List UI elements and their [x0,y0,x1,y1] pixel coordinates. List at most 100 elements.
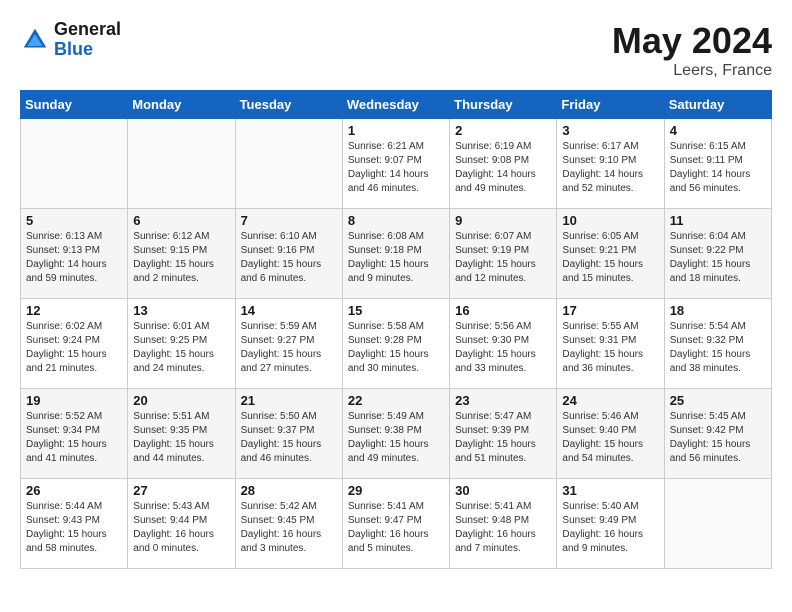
calendar-day-cell: 12 Sunrise: 6:02 AM Sunset: 9:24 PM Dayl… [21,299,128,389]
day-number: 20 [133,393,229,408]
sunrise-text: Sunrise: 5:50 AM [241,411,317,422]
day-number: 26 [26,483,122,498]
day-info: Sunrise: 5:51 AM Sunset: 9:35 PM Dayligh… [133,410,229,466]
calendar-day-cell: 23 Sunrise: 5:47 AM Sunset: 9:39 PM Dayl… [450,389,557,479]
sunset-text: Sunset: 9:08 PM [455,155,529,166]
calendar-day-cell: 5 Sunrise: 6:13 AM Sunset: 9:13 PM Dayli… [21,209,128,299]
day-info: Sunrise: 6:10 AM Sunset: 9:16 PM Dayligh… [241,230,337,286]
sunrise-text: Sunrise: 5:42 AM [241,501,317,512]
sunset-text: Sunset: 9:19 PM [455,245,529,256]
sunrise-text: Sunrise: 5:59 AM [241,321,317,332]
weekday-header: Saturday [664,91,771,119]
calendar-day-cell: 4 Sunrise: 6:15 AM Sunset: 9:11 PM Dayli… [664,119,771,209]
sunrise-text: Sunrise: 6:19 AM [455,141,531,152]
logo-blue: Blue [54,40,121,60]
day-info: Sunrise: 5:50 AM Sunset: 9:37 PM Dayligh… [241,410,337,466]
day-info: Sunrise: 5:46 AM Sunset: 9:40 PM Dayligh… [562,410,658,466]
sunrise-text: Sunrise: 6:04 AM [670,231,746,242]
logo: General Blue [20,20,121,60]
sunrise-text: Sunrise: 6:07 AM [455,231,531,242]
calendar-week-row: 1 Sunrise: 6:21 AM Sunset: 9:07 PM Dayli… [21,119,772,209]
calendar-day-cell: 15 Sunrise: 5:58 AM Sunset: 9:28 PM Dayl… [342,299,449,389]
sunset-text: Sunset: 9:22 PM [670,245,744,256]
daylight-text: Daylight: 15 hours and 36 minutes. [562,349,643,374]
sunset-text: Sunset: 9:16 PM [241,245,315,256]
calendar-day-cell: 16 Sunrise: 5:56 AM Sunset: 9:30 PM Dayl… [450,299,557,389]
calendar-day-cell: 19 Sunrise: 5:52 AM Sunset: 9:34 PM Dayl… [21,389,128,479]
daylight-text: Daylight: 15 hours and 38 minutes. [670,349,751,374]
calendar-day-cell: 25 Sunrise: 5:45 AM Sunset: 9:42 PM Dayl… [664,389,771,479]
daylight-text: Daylight: 15 hours and 33 minutes. [455,349,536,374]
day-number: 3 [562,123,658,138]
day-number: 11 [670,213,766,228]
sunrise-text: Sunrise: 5:41 AM [348,501,424,512]
day-info: Sunrise: 5:49 AM Sunset: 9:38 PM Dayligh… [348,410,444,466]
sunset-text: Sunset: 9:44 PM [133,515,207,526]
day-number: 1 [348,123,444,138]
calendar-day-cell: 27 Sunrise: 5:43 AM Sunset: 9:44 PM Dayl… [128,479,235,569]
calendar-day-cell [664,479,771,569]
sunrise-text: Sunrise: 6:13 AM [26,231,102,242]
day-info: Sunrise: 5:41 AM Sunset: 9:47 PM Dayligh… [348,500,444,556]
calendar-day-cell: 1 Sunrise: 6:21 AM Sunset: 9:07 PM Dayli… [342,119,449,209]
sunset-text: Sunset: 9:21 PM [562,245,636,256]
sunset-text: Sunset: 9:47 PM [348,515,422,526]
daylight-text: Daylight: 16 hours and 7 minutes. [455,529,536,554]
day-number: 29 [348,483,444,498]
daylight-text: Daylight: 16 hours and 5 minutes. [348,529,429,554]
day-info: Sunrise: 6:15 AM Sunset: 9:11 PM Dayligh… [670,140,766,196]
sunset-text: Sunset: 9:48 PM [455,515,529,526]
sunrise-text: Sunrise: 5:54 AM [670,321,746,332]
sunrise-text: Sunrise: 5:40 AM [562,501,638,512]
sunset-text: Sunset: 9:24 PM [26,335,100,346]
daylight-text: Daylight: 15 hours and 2 minutes. [133,259,214,284]
daylight-text: Daylight: 15 hours and 58 minutes. [26,529,107,554]
daylight-text: Daylight: 15 hours and 44 minutes. [133,439,214,464]
calendar-day-cell: 14 Sunrise: 5:59 AM Sunset: 9:27 PM Dayl… [235,299,342,389]
sunrise-text: Sunrise: 6:05 AM [562,231,638,242]
calendar-day-cell: 6 Sunrise: 6:12 AM Sunset: 9:15 PM Dayli… [128,209,235,299]
day-number: 24 [562,393,658,408]
daylight-text: Daylight: 15 hours and 49 minutes. [348,439,429,464]
day-info: Sunrise: 6:12 AM Sunset: 9:15 PM Dayligh… [133,230,229,286]
sunrise-text: Sunrise: 6:01 AM [133,321,209,332]
day-info: Sunrise: 5:40 AM Sunset: 9:49 PM Dayligh… [562,500,658,556]
calendar-day-cell [21,119,128,209]
calendar-week-row: 5 Sunrise: 6:13 AM Sunset: 9:13 PM Dayli… [21,209,772,299]
sunset-text: Sunset: 9:38 PM [348,425,422,436]
sunset-text: Sunset: 9:34 PM [26,425,100,436]
sunrise-text: Sunrise: 5:45 AM [670,411,746,422]
calendar-day-cell: 20 Sunrise: 5:51 AM Sunset: 9:35 PM Dayl… [128,389,235,479]
sunrise-text: Sunrise: 6:17 AM [562,141,638,152]
day-info: Sunrise: 5:47 AM Sunset: 9:39 PM Dayligh… [455,410,551,466]
sunset-text: Sunset: 9:10 PM [562,155,636,166]
sunrise-text: Sunrise: 5:49 AM [348,411,424,422]
daylight-text: Daylight: 15 hours and 27 minutes. [241,349,322,374]
calendar-day-cell: 21 Sunrise: 5:50 AM Sunset: 9:37 PM Dayl… [235,389,342,479]
daylight-text: Daylight: 15 hours and 21 minutes. [26,349,107,374]
sunset-text: Sunset: 9:28 PM [348,335,422,346]
day-info: Sunrise: 5:54 AM Sunset: 9:32 PM Dayligh… [670,320,766,376]
day-number: 5 [26,213,122,228]
day-number: 18 [670,303,766,318]
sunrise-text: Sunrise: 5:46 AM [562,411,638,422]
calendar-day-cell: 7 Sunrise: 6:10 AM Sunset: 9:16 PM Dayli… [235,209,342,299]
day-info: Sunrise: 5:59 AM Sunset: 9:27 PM Dayligh… [241,320,337,376]
day-number: 22 [348,393,444,408]
daylight-text: Daylight: 14 hours and 52 minutes. [562,169,643,194]
sunrise-text: Sunrise: 6:02 AM [26,321,102,332]
day-number: 16 [455,303,551,318]
day-info: Sunrise: 6:01 AM Sunset: 9:25 PM Dayligh… [133,320,229,376]
sunset-text: Sunset: 9:43 PM [26,515,100,526]
day-number: 14 [241,303,337,318]
calendar-day-cell: 24 Sunrise: 5:46 AM Sunset: 9:40 PM Dayl… [557,389,664,479]
logo-icon [20,25,50,55]
sunrise-text: Sunrise: 5:56 AM [455,321,531,332]
calendar-day-cell [235,119,342,209]
sunrise-text: Sunrise: 5:52 AM [26,411,102,422]
day-info: Sunrise: 5:55 AM Sunset: 9:31 PM Dayligh… [562,320,658,376]
daylight-text: Daylight: 16 hours and 0 minutes. [133,529,214,554]
header-row: SundayMondayTuesdayWednesdayThursdayFrid… [21,91,772,119]
sunset-text: Sunset: 9:42 PM [670,425,744,436]
day-number: 6 [133,213,229,228]
